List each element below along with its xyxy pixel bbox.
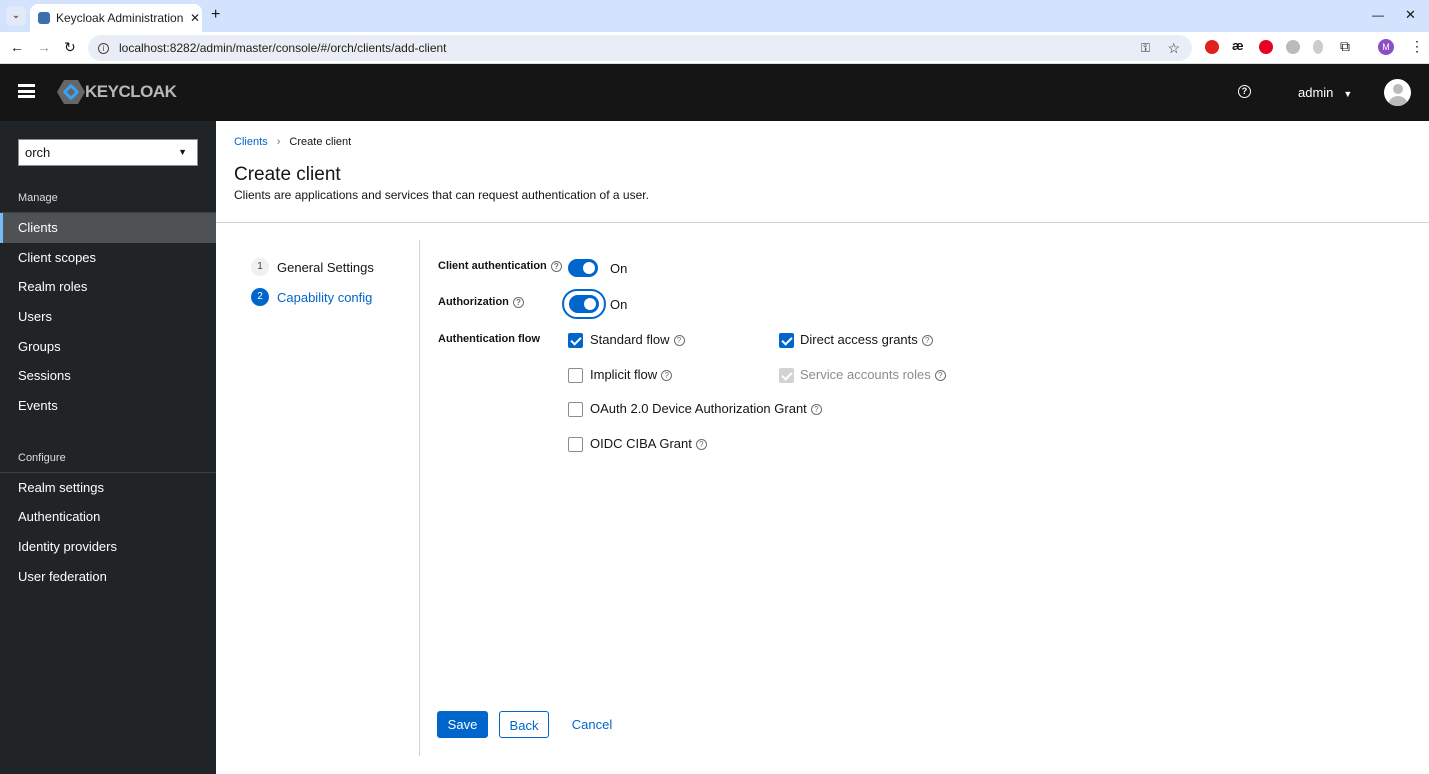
back-icon[interactable]: ←	[10, 39, 24, 55]
page-subtitle: Clients are applications and services th…	[234, 188, 649, 202]
bookmark-star-icon[interactable]: ☆	[1167, 40, 1180, 57]
sidebar-item-users[interactable]: Users	[0, 302, 216, 332]
sidebar-item-groups[interactable]: Groups	[0, 332, 216, 362]
help-icon[interactable]: ?	[673, 335, 685, 347]
forward-icon[interactable]: →	[37, 39, 51, 55]
keycloak-logo-text: KEYCLOAK	[85, 82, 177, 101]
help-icon[interactable]: ?	[1238, 85, 1251, 98]
direct-access-grants-checkbox[interactable]	[779, 333, 794, 348]
sidebar-item-events[interactable]: Events	[0, 391, 216, 421]
new-tab-icon[interactable]: +	[211, 6, 220, 24]
keycloak-favicon-icon	[38, 12, 50, 24]
sidebar-item-clients[interactable]: Clients	[0, 213, 216, 243]
extension-drop-icon[interactable]	[1313, 40, 1323, 54]
sidebar-item-identity-providers[interactable]: Identity providers	[0, 532, 216, 562]
realm-selector[interactable]: orch ▼	[18, 139, 198, 166]
reload-icon[interactable]: ↻	[64, 39, 76, 56]
breadcrumb-clients-link[interactable]: Clients	[234, 136, 268, 148]
step-label: General Settings	[277, 259, 374, 275]
client-authentication-label: Client authentication?	[438, 260, 562, 272]
caret-down-icon: ▼	[1343, 89, 1353, 99]
breadcrumb-current: Create client	[289, 136, 352, 148]
sidebar-item-client-scopes[interactable]: Client scopes	[0, 243, 216, 273]
authorization-label: Authorization?	[438, 296, 524, 308]
caret-down-icon: ▼	[178, 147, 187, 157]
help-icon[interactable]: ?	[921, 335, 933, 347]
device-authorization-grant-checkbox[interactable]	[568, 402, 583, 417]
url-text: localhost:8282/admin/master/console/#/or…	[119, 41, 447, 55]
standard-flow-checkbox[interactable]	[568, 333, 583, 348]
sidebar-item-sessions[interactable]: Sessions	[0, 361, 216, 391]
extension-pinterest-icon[interactable]	[1259, 40, 1273, 54]
help-icon[interactable]: ?	[550, 260, 562, 272]
sidebar: orch ▼ Manage Clients Client scopes Realm…	[0, 121, 216, 774]
profile-avatar[interactable]: M	[1378, 39, 1394, 55]
realm-name: orch	[25, 145, 51, 160]
section-manage: Manage	[18, 192, 58, 204]
close-tab-icon[interactable]: ✕	[190, 11, 200, 25]
section-configure: Configure	[18, 452, 66, 464]
browser-menu-icon[interactable]: ⋮	[1410, 38, 1424, 55]
authorization-state: On	[610, 297, 628, 312]
oidc-ciba-grant-label: OIDC CIBA Grant?	[590, 436, 707, 451]
wizard-step-general-settings[interactable]: 1 General Settings	[251, 258, 374, 276]
back-button[interactable]: Back	[499, 711, 549, 738]
keycloak-logo-icon	[57, 80, 85, 104]
page-title: Create client	[234, 164, 341, 185]
service-accounts-roles-checkbox[interactable]	[779, 368, 794, 383]
step-number: 2	[251, 288, 269, 306]
oidc-ciba-grant-checkbox[interactable]	[568, 437, 583, 452]
help-icon[interactable]: ?	[934, 370, 946, 382]
chevron-right-icon: ›	[276, 136, 281, 148]
authorization-toggle[interactable]	[569, 295, 599, 313]
browser-tab-bar: ⌄ Keycloak Administration Console ✕ + — …	[0, 0, 1429, 32]
authentication-flow-label: Authentication flow	[438, 333, 541, 345]
hamburger-menu-icon[interactable]	[18, 84, 35, 98]
extension-globe-icon[interactable]	[1286, 40, 1300, 54]
step-number: 1	[251, 258, 269, 276]
wizard-divider	[419, 240, 420, 756]
help-icon[interactable]: ?	[661, 370, 673, 382]
help-icon[interactable]: ?	[810, 404, 822, 416]
service-accounts-roles-label: Service accounts roles?	[800, 367, 946, 382]
sidebar-item-realm-roles[interactable]: Realm roles	[0, 272, 216, 302]
standard-flow-label: Standard flow?	[590, 332, 685, 347]
divider	[216, 222, 1429, 223]
user-menu[interactable]: admin ▼	[1298, 85, 1352, 100]
address-bar: ← → ↻ i localhost:8282/admin/master/cons…	[0, 32, 1429, 64]
browser-tab[interactable]: Keycloak Administration Console ✕	[30, 4, 202, 32]
sidebar-item-user-federation[interactable]: User federation	[0, 562, 216, 592]
step-label: Capability config	[277, 289, 373, 305]
window-close-icon[interactable]: ✕	[1405, 7, 1416, 23]
app-header: KEYCLOAK ? admin ▼	[0, 64, 1429, 121]
breadcrumb: Clients › Create client	[234, 136, 351, 148]
minimize-icon[interactable]: —	[1372, 8, 1384, 22]
help-icon[interactable]: ?	[512, 296, 524, 308]
tab-search-icon[interactable]: ⌄	[6, 6, 26, 26]
device-authorization-grant-label: OAuth 2.0 Device Authorization Grant?	[590, 401, 822, 416]
implicit-flow-checkbox[interactable]	[568, 368, 583, 383]
extension-ae-icon[interactable]: æ	[1232, 38, 1244, 53]
extension-adblock-icon[interactable]	[1205, 40, 1219, 54]
save-button[interactable]: Save	[437, 711, 488, 738]
direct-access-grants-label: Direct access grants?	[800, 332, 933, 347]
wizard-step-capability-config[interactable]: 2 Capability config	[251, 288, 372, 306]
password-key-icon[interactable]: ⚿	[1141, 41, 1150, 56]
user-avatar[interactable]	[1384, 79, 1411, 106]
help-icon[interactable]: ?	[695, 439, 707, 451]
sidebar-item-authentication[interactable]: Authentication	[0, 502, 216, 532]
sidebar-item-realm-settings[interactable]: Realm settings	[0, 473, 216, 503]
cancel-button[interactable]: Cancel	[566, 711, 618, 738]
extensions-puzzle-icon[interactable]: ⧉	[1340, 38, 1350, 55]
implicit-flow-label: Implicit flow?	[590, 367, 673, 382]
user-name: admin	[1298, 85, 1334, 100]
site-info-icon[interactable]: i	[98, 42, 109, 54]
tab-title: Keycloak Administration Console	[56, 11, 184, 25]
url-input[interactable]: i localhost:8282/admin/master/console/#/…	[88, 35, 1192, 61]
client-authentication-state: On	[610, 261, 628, 276]
client-authentication-toggle[interactable]	[568, 259, 598, 277]
